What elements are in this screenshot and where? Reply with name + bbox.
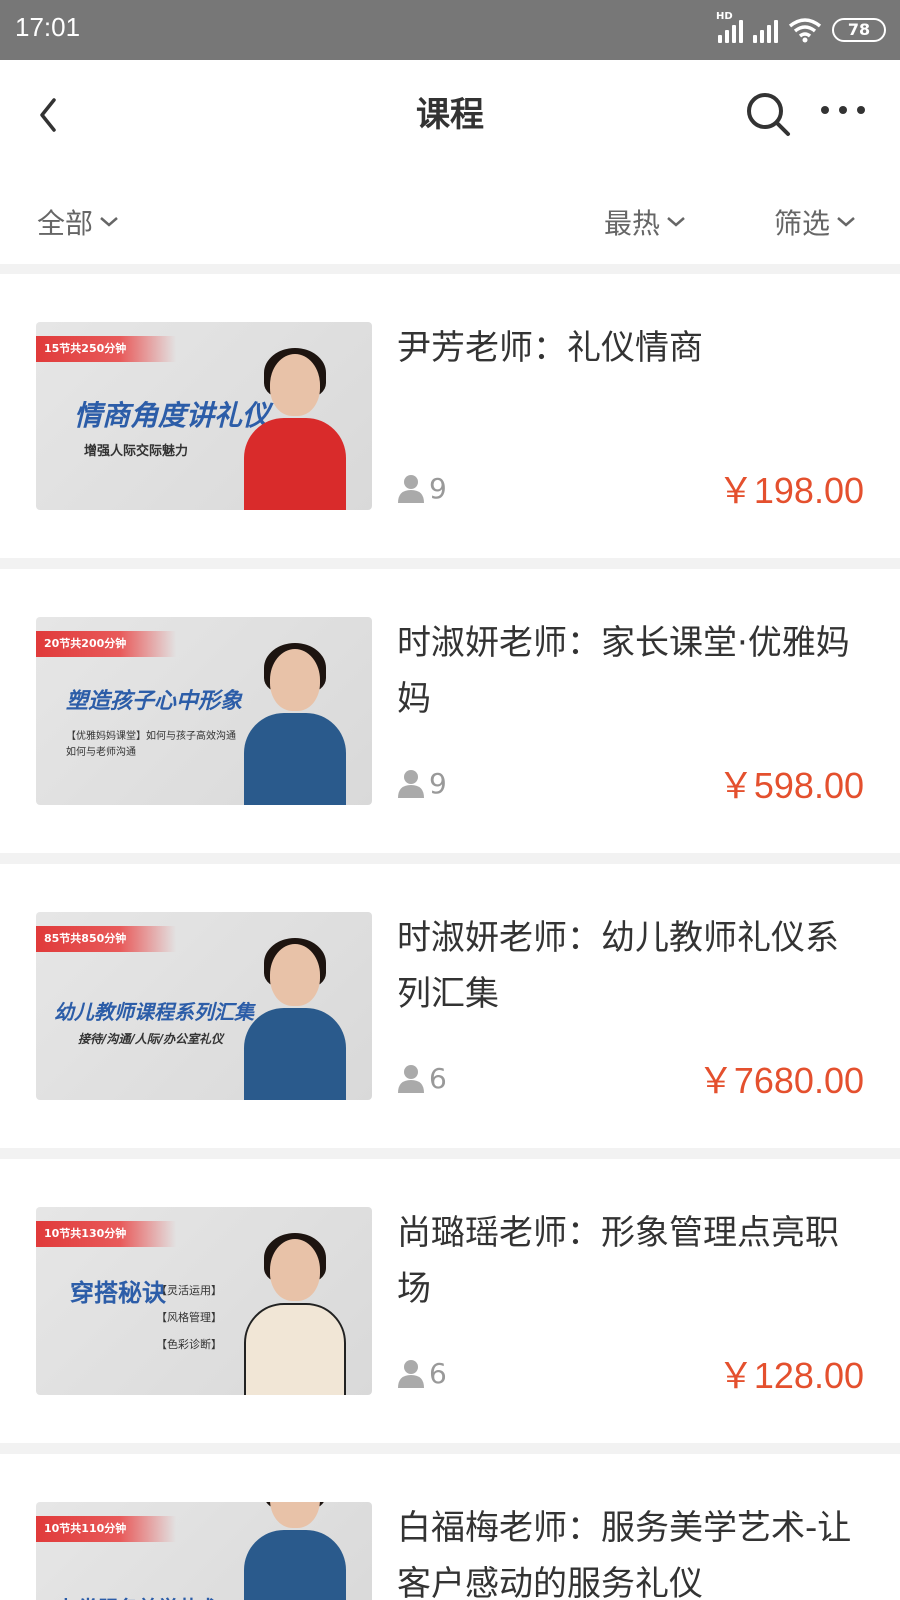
course-thumbnail: 10节共130分钟 穿搭秘诀 【灵活运用】【风格管理】【色彩诊断】 xyxy=(36,1207,372,1395)
lesson-count-tag: 85节共850分钟 xyxy=(36,926,176,952)
instructor-photo xyxy=(236,1225,354,1395)
filter-dropdown[interactable]: 筛选 xyxy=(774,180,856,264)
filter-bar: 全部 最热 筛选 xyxy=(0,180,900,264)
course-price: ￥7680.00 xyxy=(697,1060,864,1101)
signal-icon xyxy=(753,17,778,43)
student-count-value: 6 xyxy=(429,1356,447,1390)
course-thumbnail: 15节共250分钟 情商角度讲礼仪 增强人际交际魅力 xyxy=(36,322,372,510)
student-count: 6 xyxy=(397,1060,447,1096)
battery-icon: 78 xyxy=(832,18,886,42)
wifi-icon xyxy=(788,18,822,43)
student-count-value: 9 xyxy=(429,766,447,800)
course-thumbnail: 20节共200分钟 塑造孩子心中形象 【优雅妈妈课堂】如何与孩子高效沟通 如何与… xyxy=(36,617,372,805)
thumb-headline: 塑造孩子心中形象 xyxy=(66,688,243,714)
status-bar: 17:01 HD 78 xyxy=(0,0,900,60)
user-icon xyxy=(398,1360,424,1388)
instructor-photo xyxy=(236,340,354,510)
course-card[interactable]: 10节共110分钟 九类服务美学艺术 白福梅老师：服务美学艺术-让客户感动的服务… xyxy=(0,1454,900,1600)
filter-all-label: 全部 xyxy=(37,207,94,240)
user-icon xyxy=(398,770,424,798)
lesson-count-tag: 15节共250分钟 xyxy=(36,336,176,362)
chevron-down-icon xyxy=(100,217,118,227)
course-price: ￥598.00 xyxy=(717,765,864,806)
thumb-subline: 【灵活运用】【风格管理】【色彩诊断】 xyxy=(156,1284,222,1351)
course-card[interactable]: 15节共250分钟 情商角度讲礼仪 增强人际交际魅力 尹芳老师：礼仪情商 9 ￥… xyxy=(0,274,900,558)
user-icon xyxy=(398,1065,424,1093)
search-icon[interactable] xyxy=(744,90,792,138)
course-card[interactable]: 10节共130分钟 穿搭秘诀 【灵活运用】【风格管理】【色彩诊断】 尚璐瑶老师：… xyxy=(0,1159,900,1443)
course-title: 时淑妍老师：幼儿教师礼仪系列汇集 xyxy=(397,918,839,1014)
thumb-subline: 【优雅妈妈课堂】如何与孩子高效沟通 如何与老师沟通 xyxy=(66,731,236,758)
course-thumbnail: 85节共850分钟 幼儿教师课程系列汇集 接待/沟通/人际/办公室礼仪 xyxy=(36,912,372,1100)
filter-label: 筛选 xyxy=(774,207,831,240)
sort-hot-label: 最热 xyxy=(604,207,661,240)
instructor-photo xyxy=(236,635,354,805)
filter-all-dropdown[interactable]: 全部 xyxy=(37,180,119,264)
course-card[interactable]: 85节共850分钟 幼儿教师课程系列汇集 接待/沟通/人际/办公室礼仪 时淑妍老… xyxy=(0,864,900,1148)
course-card[interactable]: 20节共200分钟 塑造孩子心中形象 【优雅妈妈课堂】如何与孩子高效沟通 如何与… xyxy=(0,569,900,853)
course-thumbnail: 10节共110分钟 九类服务美学艺术 xyxy=(36,1502,372,1600)
lesson-count-tag: 10节共130分钟 xyxy=(36,1221,176,1247)
top-header: 课程 全部 最热 筛选 xyxy=(0,60,900,264)
course-price: ￥128.00 xyxy=(717,1355,864,1396)
more-icon[interactable] xyxy=(818,90,868,138)
course-title: 白福梅老师：服务美学艺术-让客户感动的服务礼仪 xyxy=(397,1508,852,1600)
signal-hd-icon: HD xyxy=(716,11,743,43)
lesson-count-tag: 20节共200分钟 xyxy=(36,631,176,657)
lesson-count-tag: 10节共110分钟 xyxy=(36,1516,176,1542)
instructor-photo xyxy=(236,930,354,1100)
user-icon xyxy=(398,475,424,503)
thumb-subline: 增强人际交际魅力 xyxy=(84,444,189,459)
thumb-subline: 接待/沟通/人际/办公室礼仪 xyxy=(78,1032,224,1046)
hd-label: HD xyxy=(716,11,733,22)
chevron-down-icon xyxy=(667,217,685,227)
student-count: 9 xyxy=(397,765,447,801)
student-count-value: 6 xyxy=(429,1061,447,1095)
thumb-headline: 幼儿教师课程系列汇集 xyxy=(54,1000,254,1024)
thumb-headline: 九类服务美学艺术 xyxy=(58,1592,218,1600)
student-count-value: 9 xyxy=(429,471,447,505)
sort-hot-dropdown[interactable]: 最热 xyxy=(604,180,686,264)
course-title: 时淑妍老师：家长课堂·优雅妈妈 xyxy=(397,623,850,719)
course-title: 尹芳老师：礼仪情商 xyxy=(397,328,703,368)
course-title: 尚璐瑶老师：形象管理点亮职场 xyxy=(397,1213,839,1309)
student-count: 9 xyxy=(397,470,447,506)
course-price: ￥198.00 xyxy=(717,470,864,511)
status-icons: HD 78 xyxy=(716,11,886,46)
chevron-down-icon xyxy=(837,217,855,227)
student-count: 6 xyxy=(397,1355,447,1391)
status-time: 17:01 xyxy=(15,12,81,42)
instructor-photo xyxy=(236,1502,354,1600)
